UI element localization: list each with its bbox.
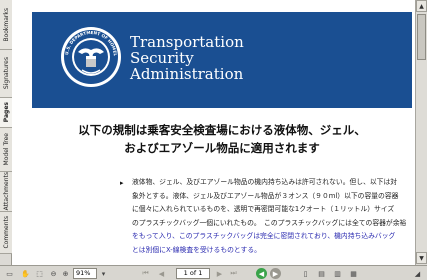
tab-comments-label: Comments <box>2 216 10 249</box>
paragraph-line: に個々に入れられているものを、透明で再密閉可能な1クオート（１リットル）サイズ <box>132 205 395 213</box>
tab-attachments[interactable]: Attachments <box>0 172 12 212</box>
zoom-dropdown-icon[interactable]: ▾ <box>98 268 109 279</box>
document-page: U.S. DEPARTMENT OF HOMELAND SECURITY Tra… <box>12 0 415 265</box>
document-viewport[interactable]: U.S. DEPARTMENT OF HOMELAND SECURITY Tra… <box>12 0 415 265</box>
last-page-icon[interactable]: ⏭ <box>228 268 239 279</box>
resize-grip-icon[interactable]: ◢ <box>412 268 423 279</box>
tab-attachments-label: Attachments <box>2 172 10 211</box>
continuous-view-icon[interactable]: ▤ <box>316 268 327 279</box>
agency-name: Transportation Security Administration <box>130 34 244 82</box>
previous-page-icon[interactable]: ◀ <box>156 268 167 279</box>
zoom-in-icon[interactable]: ⊕ <box>60 268 71 279</box>
tab-bookmarks-label: Bookmarks <box>2 7 10 42</box>
agency-line: Security <box>130 49 194 67</box>
paragraph-line: のプラスチックバッグ一個にいれたもの。 このプラスチックバッグには全ての容器が余… <box>132 218 407 227</box>
hand-tool-icon[interactable]: ✋ <box>20 268 31 279</box>
layout-icon[interactable]: ▭ <box>4 268 15 279</box>
tab-signatures[interactable]: Signatures <box>0 50 12 98</box>
tab-model-tree-label: Model Tree <box>2 133 10 166</box>
agency-line: Administration <box>130 65 244 83</box>
facing-view-icon[interactable]: ▥ <box>332 268 343 279</box>
tab-signatures-label: Signatures <box>2 57 10 90</box>
zoom-level-field[interactable]: 91% <box>73 268 97 279</box>
tab-model-tree[interactable]: Model Tree <box>0 128 12 172</box>
paragraph-line: とは別個にX-線検査を受けるものとする。 <box>132 245 261 254</box>
scrollbar-thumb[interactable] <box>417 14 426 60</box>
continuous-facing-view-icon[interactable]: ▦ <box>348 268 359 279</box>
tab-comments[interactable]: Comments <box>0 212 12 254</box>
document-paragraph[interactable]: 液体物、ジェル、及びエアゾール物品の機内持ち込みは許可されない。但し、以下は対 … <box>132 176 414 257</box>
tab-pages-label: Pages <box>2 102 10 123</box>
select-tool-icon[interactable]: ⬚ <box>34 268 45 279</box>
next-page-icon[interactable]: ▶ <box>214 268 225 279</box>
bullet-icon: ▸ <box>120 179 124 187</box>
document-heading-line-1: 以下の規制は乗客安全検査場における液体物、ジェル、 <box>78 123 366 137</box>
zoom-out-icon[interactable]: ⊖ <box>48 268 59 279</box>
vertical-scrollbar[interactable]: ▲ ▼ <box>415 0 427 265</box>
document-heading-line-2: およびエアゾール物品に適用されます <box>124 141 320 155</box>
go-forward-icon[interactable]: ▶ <box>270 268 281 279</box>
tab-bookmarks[interactable]: Bookmarks <box>0 0 12 50</box>
first-page-icon[interactable]: ⏮ <box>140 268 151 279</box>
paragraph-line: をもって入り、このプラスチックバッグは完全に密閉されており、機内持ち込みバッグ <box>132 232 396 240</box>
single-page-view-icon[interactable]: ▯ <box>300 268 311 279</box>
scroll-down-button[interactable]: ▼ <box>416 252 427 264</box>
tab-pages[interactable]: Pages <box>0 98 12 128</box>
status-bar: ▭ ✋ ⬚ ⊖ ⊕ 91% ▾ ⏮ ◀ 1 of 1 ▶ ⏭ ◀ ▶ ▯ ▤ ▥… <box>0 265 427 280</box>
paragraph-line: 液体物、ジェル、及びエアゾール物品の機内持ち込みは許可されない。但し、以下は対 <box>132 178 398 186</box>
scroll-up-button[interactable]: ▲ <box>416 0 427 12</box>
dhs-seal-icon: U.S. DEPARTMENT OF HOMELAND SECURITY <box>60 26 121 87</box>
agency-line: Transportation <box>130 33 244 51</box>
tsa-banner: U.S. DEPARTMENT OF HOMELAND SECURITY Tra… <box>32 12 412 108</box>
navigation-pane-tabs: Bookmarks Signatures Pages Model Tree At… <box>0 0 12 265</box>
paragraph-line: 象外とする。液体、ジェル及びエアゾール物品が３オンス（９０ml）以下の容量の容器 <box>132 191 399 200</box>
page-indicator[interactable]: 1 of 1 <box>176 268 210 279</box>
go-back-icon[interactable]: ◀ <box>256 268 267 279</box>
